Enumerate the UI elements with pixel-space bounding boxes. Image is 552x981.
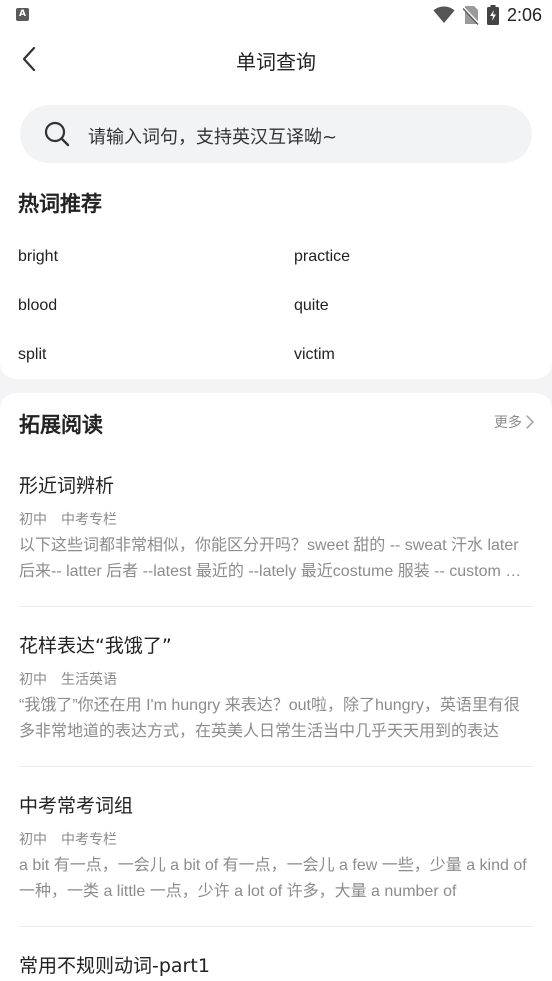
article-title: 中考常考词组 xyxy=(19,795,134,817)
hot-words-heading: 热词推荐 xyxy=(18,192,102,216)
status-icons: 2:06 xyxy=(433,4,542,26)
search-card: 请输入词句，支持英汉互译呦~ 热词推荐 bright practice bloo… xyxy=(0,88,552,379)
article-tag: 中考专栏 xyxy=(61,512,117,528)
article-tag: 中考专栏 xyxy=(61,832,117,848)
hot-word[interactable]: split xyxy=(18,346,46,364)
app-notification-icon: A xyxy=(16,8,29,21)
hot-word[interactable]: victim xyxy=(294,346,335,364)
hot-word[interactable]: bright xyxy=(18,248,58,266)
page-title: 单词查询 xyxy=(236,50,316,74)
status-bar: A 2:06 xyxy=(0,0,552,30)
article-tag: 初中 xyxy=(19,512,47,528)
article-excerpt: a bit 有一点，一会儿 a bit of 有一点，一会儿 a few 一些，… xyxy=(19,857,527,900)
search-icon xyxy=(44,121,70,147)
hot-word[interactable]: quite xyxy=(294,297,329,315)
title-bar: 单词查询 xyxy=(0,30,552,88)
more-button[interactable]: 更多 xyxy=(494,412,534,432)
article-title: 常用不规则动词-part1 xyxy=(19,955,210,977)
battery-charging-icon xyxy=(486,5,499,25)
chevron-right-icon xyxy=(526,415,534,429)
search-placeholder: 请输入词句，支持英汉互译呦~ xyxy=(88,127,338,148)
no-sim-icon xyxy=(462,6,479,25)
hot-word[interactable]: practice xyxy=(294,248,350,266)
article-tag: 初中 xyxy=(19,672,47,688)
search-input[interactable]: 请输入词句，支持英汉互译呦~ xyxy=(20,105,532,163)
article-excerpt: 以下这些词都非常相似，你能区分开吗？sweet 甜的 -- sweat 汗水 l… xyxy=(19,537,522,580)
article-tags: 初中 中考专栏 xyxy=(19,829,117,849)
article-tag: 生活英语 xyxy=(61,672,117,688)
wifi-icon xyxy=(433,6,455,23)
reading-heading: 拓展阅读 xyxy=(19,413,103,437)
article-title: 花样表达“我饿了” xyxy=(19,635,172,657)
divider xyxy=(19,926,533,927)
extended-reading-card: 拓展阅读 更多 形近词辨析 初中 中考专栏 以下这些词都非常相似，你能区分开吗？… xyxy=(0,393,552,981)
article-tag: 初中 xyxy=(19,832,47,848)
divider xyxy=(19,766,533,767)
hot-word[interactable]: blood xyxy=(18,297,57,315)
divider xyxy=(19,606,533,607)
article-excerpt: “我饿了”你还在用 I'm hungry 来表达？out啦，除了hungry，英… xyxy=(19,697,520,740)
article-tags: 初中 生活英语 xyxy=(19,669,117,689)
article-tags: 初中 中考专栏 xyxy=(19,509,117,529)
status-time: 2:06 xyxy=(506,4,542,25)
article-title: 形近词辨析 xyxy=(19,475,115,497)
more-label: 更多 xyxy=(494,415,522,431)
